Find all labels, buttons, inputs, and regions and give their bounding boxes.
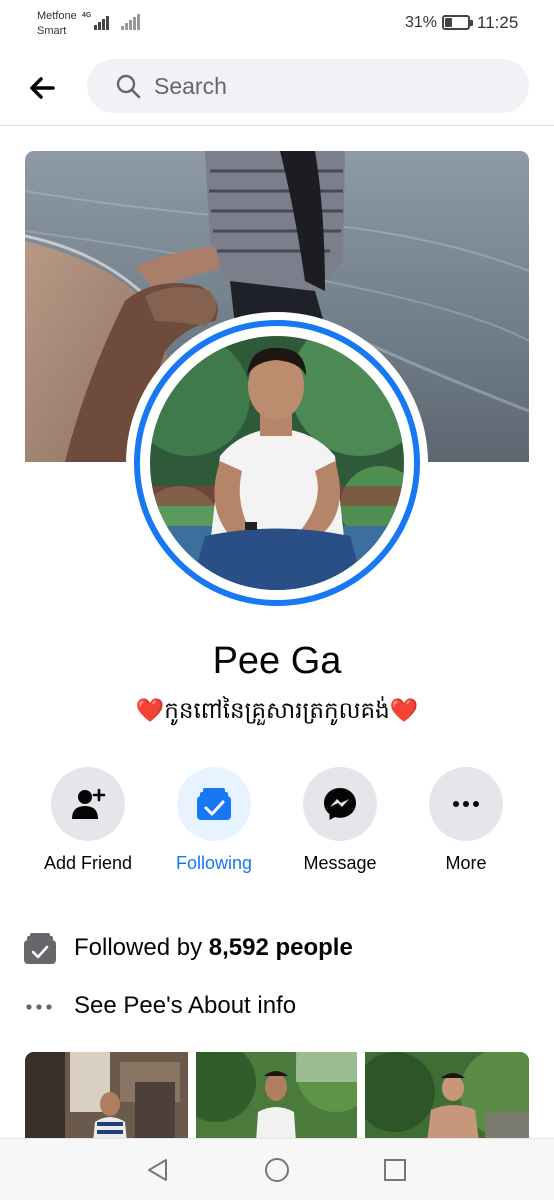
- system-nav-bar: [0, 1138, 554, 1200]
- carrier-name: Metfone Smart: [37, 10, 77, 37]
- heart-emoji-icon: ❤️: [135, 697, 165, 723]
- followers-text: Followed by 8,592 people: [74, 934, 353, 961]
- profile-picture[interactable]: [126, 312, 428, 614]
- story-ring: [134, 320, 420, 606]
- nav-recents-icon[interactable]: [382, 1157, 408, 1183]
- following-circle: [177, 767, 251, 841]
- network-type: 4G: [82, 12, 92, 19]
- photo-thumbnail[interactable]: [25, 1052, 188, 1142]
- add-friend-icon: [72, 788, 106, 819]
- header-divider: [0, 125, 554, 126]
- following-label: Following: [175, 853, 253, 873]
- add-friend-label: Add Friend: [43, 853, 133, 873]
- avatar: [150, 336, 404, 590]
- following-button[interactable]: Following: [153, 767, 273, 877]
- search-icon: [116, 74, 141, 99]
- nav-home-icon[interactable]: [264, 1157, 290, 1183]
- bio-text: កូនពៅនៃគ្រួសារត្រកូលគង់: [164, 697, 390, 723]
- status-bar: Metfone Smart 4G 31% 11:25: [0, 0, 554, 48]
- add-friend-button[interactable]: Add Friend: [27, 767, 147, 877]
- photo-thumbnail[interactable]: [365, 1052, 529, 1142]
- back-arrow-icon: [30, 77, 55, 99]
- followers-icon: [24, 933, 56, 964]
- photo-thumbnail[interactable]: [196, 1052, 357, 1142]
- add-friend-circle: [51, 767, 125, 841]
- clock: 11:25: [477, 13, 519, 32]
- profile-name: Pee Ga: [212, 640, 342, 682]
- search-placeholder: Search: [154, 73, 227, 99]
- more-dots-icon: [26, 1004, 52, 1010]
- battery-icon: [442, 15, 473, 30]
- heart-emoji-icon: ❤️: [389, 697, 419, 723]
- nav-back-icon[interactable]: [145, 1157, 171, 1183]
- more-circle: [429, 767, 503, 841]
- message-label: Message: [303, 853, 377, 873]
- more-icon: [453, 801, 479, 807]
- following-icon: [197, 788, 231, 820]
- more-label: More: [445, 853, 487, 873]
- back-button[interactable]: [22, 68, 62, 108]
- more-button[interactable]: More: [405, 767, 525, 877]
- search-bar[interactable]: Search: [87, 59, 529, 113]
- messenger-icon: [324, 788, 356, 820]
- profile-bio: ❤️កូនពៅនៃគ្រួសារត្រកូលគង់❤️: [0, 697, 554, 730]
- message-button[interactable]: Message: [279, 767, 399, 877]
- battery-percent: 31%: [405, 14, 438, 31]
- about-info-text: See Pee's About info: [74, 992, 297, 1019]
- message-circle: [303, 767, 377, 841]
- followers-count: 8,592 people: [208, 934, 353, 961]
